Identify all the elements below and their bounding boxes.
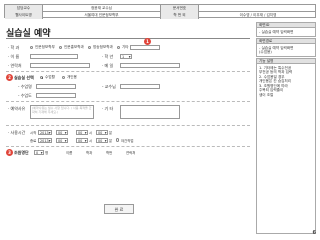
- annotation-badge-2: 2: [6, 74, 13, 81]
- reservation-form: 실습실 예약 · 학 과 인문정보학부 인문홍보학과 방송정보학과 기타 1 ·…: [4, 22, 252, 234]
- page-number: 6: [312, 230, 316, 236]
- phone-input[interactable]: [30, 62, 90, 68]
- purpose-label: · 예약사유: [8, 106, 26, 111]
- time-label: · 사용시간: [8, 130, 26, 135]
- header-value-docno: [199, 5, 317, 12]
- email-input[interactable]: [120, 62, 180, 68]
- cohort-col-contact: 연락처: [126, 151, 136, 155]
- start-month-select[interactable]: 00: [56, 129, 68, 135]
- course-input[interactable]: [36, 83, 76, 89]
- divider-3: [6, 125, 250, 126]
- room-option-personal: 개인용: [67, 75, 77, 79]
- cohort-count-select[interactable]: 0: [34, 149, 44, 155]
- header-label-site: 웹사이트명: [5, 12, 43, 19]
- credit-label: - 수업도: [18, 93, 32, 98]
- header-label-students: 학 번 외: [161, 12, 199, 19]
- overnight-label: 야간작업: [121, 139, 134, 143]
- dept-option-other: 기타: [122, 45, 129, 49]
- start-year-select[interactable]: 2013: [38, 129, 52, 135]
- dept-radio-3[interactable]: [88, 45, 92, 49]
- cohort-col-name: 이름: [66, 151, 73, 155]
- other-label: · 기 타: [102, 106, 114, 111]
- end-label: 종료: [30, 139, 37, 143]
- start-hour-select[interactable]: 00: [76, 129, 88, 135]
- header-value-site: 서울여대 인문정보학부: [43, 12, 161, 19]
- sidebar-line: 생이 조컬: [259, 93, 274, 98]
- end-month-select[interactable]: 00: [56, 137, 68, 143]
- start-min-unit: 분: [109, 131, 113, 135]
- dept-radio-2[interactable]: [59, 45, 63, 49]
- dept-option-1: 인문정보학부: [35, 45, 55, 49]
- dept-label: · 학 과: [8, 45, 20, 50]
- document-header: 담당교수 정윤재 교수님 문서번호 웹사이트명 서울여대 인문정보학부 학 번 …: [4, 4, 316, 19]
- end-min-unit: 분: [109, 139, 113, 143]
- room-option-class: 수업활: [45, 75, 55, 79]
- header-value-professor: 정윤재 교수님: [43, 5, 161, 12]
- dept-option-2: 인문홍보학과: [64, 45, 84, 49]
- start-min-select[interactable]: 00: [96, 129, 108, 135]
- dept-option-3: 방송정보학과: [93, 45, 113, 49]
- professor-label: - 교수님: [102, 84, 116, 89]
- grade-select[interactable]: 1: [120, 53, 132, 59]
- phone-label: · 연락처: [8, 63, 22, 68]
- dept-other-input[interactable]: [130, 44, 160, 50]
- credit-input[interactable]: [36, 92, 76, 98]
- end-hour-unit: 시: [89, 139, 93, 143]
- header-label-docno: 문서번호: [161, 5, 199, 12]
- sidebar-section-body-1: - 실습실 예약 입력화면: [256, 28, 316, 37]
- spec-sidebar: 화면ID - 실습실 예약 입력화면 화면경로 - 실습실 예약 입력화면 (수…: [256, 22, 316, 234]
- sidebar-line: - 실습실 예약 입력화면: [259, 29, 294, 34]
- submit-button[interactable]: 완 료: [104, 204, 134, 214]
- header-row-1: 담당교수 정윤재 교수님 문서번호: [5, 5, 315, 12]
- grade-label: · 학 년: [102, 54, 114, 59]
- divider-1: [6, 71, 250, 72]
- name-input[interactable]: [30, 53, 78, 59]
- other-textarea[interactable]: [120, 105, 180, 119]
- sidebar-section-body-3: 1. 기타에는 특수전공 부전공 등의 학과 입력 2. 수업용일 경우 개인용…: [256, 64, 316, 234]
- header-value-students: 이수영 / 이우재 / 김지영: [239, 13, 277, 17]
- divider-4: [6, 146, 250, 147]
- purpose-textarea[interactable]: (예약사유는 필수 사항 입니다. / 사용 목적을 간략히 기재해 주세요.): [30, 105, 94, 119]
- end-hour-select[interactable]: 00: [76, 137, 88, 143]
- end-min-select[interactable]: 00: [96, 137, 108, 143]
- cohort-label: 조원명단: [14, 150, 29, 155]
- professor-input[interactable]: [120, 83, 160, 89]
- start-hour-unit: 시: [89, 131, 93, 135]
- dept-radio-other[interactable]: [117, 45, 121, 49]
- cohort-col-dept: 학과: [86, 151, 93, 155]
- name-label: · 이 름: [8, 54, 20, 59]
- cohort-unit: 명: [45, 151, 49, 155]
- end-year-select[interactable]: 2013: [38, 137, 52, 143]
- sidebar-section-body-2: - 실습실 예약 입력화면 (수업용): [256, 44, 316, 57]
- annotation-badge-3: 3: [6, 149, 13, 156]
- cohort-col-id: 학번: [106, 151, 113, 155]
- course-label: - 수업명: [18, 84, 32, 89]
- overnight-checkbox[interactable]: [116, 138, 120, 142]
- header-row-2: 웹사이트명 서울여대 인문정보학부 학 번 외 이수영 / 이우재 / 김지영: [5, 12, 315, 19]
- room-radio-class[interactable]: [40, 75, 44, 79]
- sidebar-line: (수업용): [259, 50, 272, 55]
- email-label: · 메 일: [102, 63, 114, 68]
- header-label-professor: 담당교수: [5, 5, 43, 12]
- annotation-badge-1: 1: [144, 38, 151, 45]
- room-label: 실습실 선택: [14, 75, 34, 80]
- room-radio-personal[interactable]: [62, 75, 66, 79]
- divider-2: [6, 101, 250, 102]
- title-divider: [6, 38, 250, 39]
- start-label: 시작: [30, 131, 37, 135]
- dept-radio-1[interactable]: [30, 45, 34, 49]
